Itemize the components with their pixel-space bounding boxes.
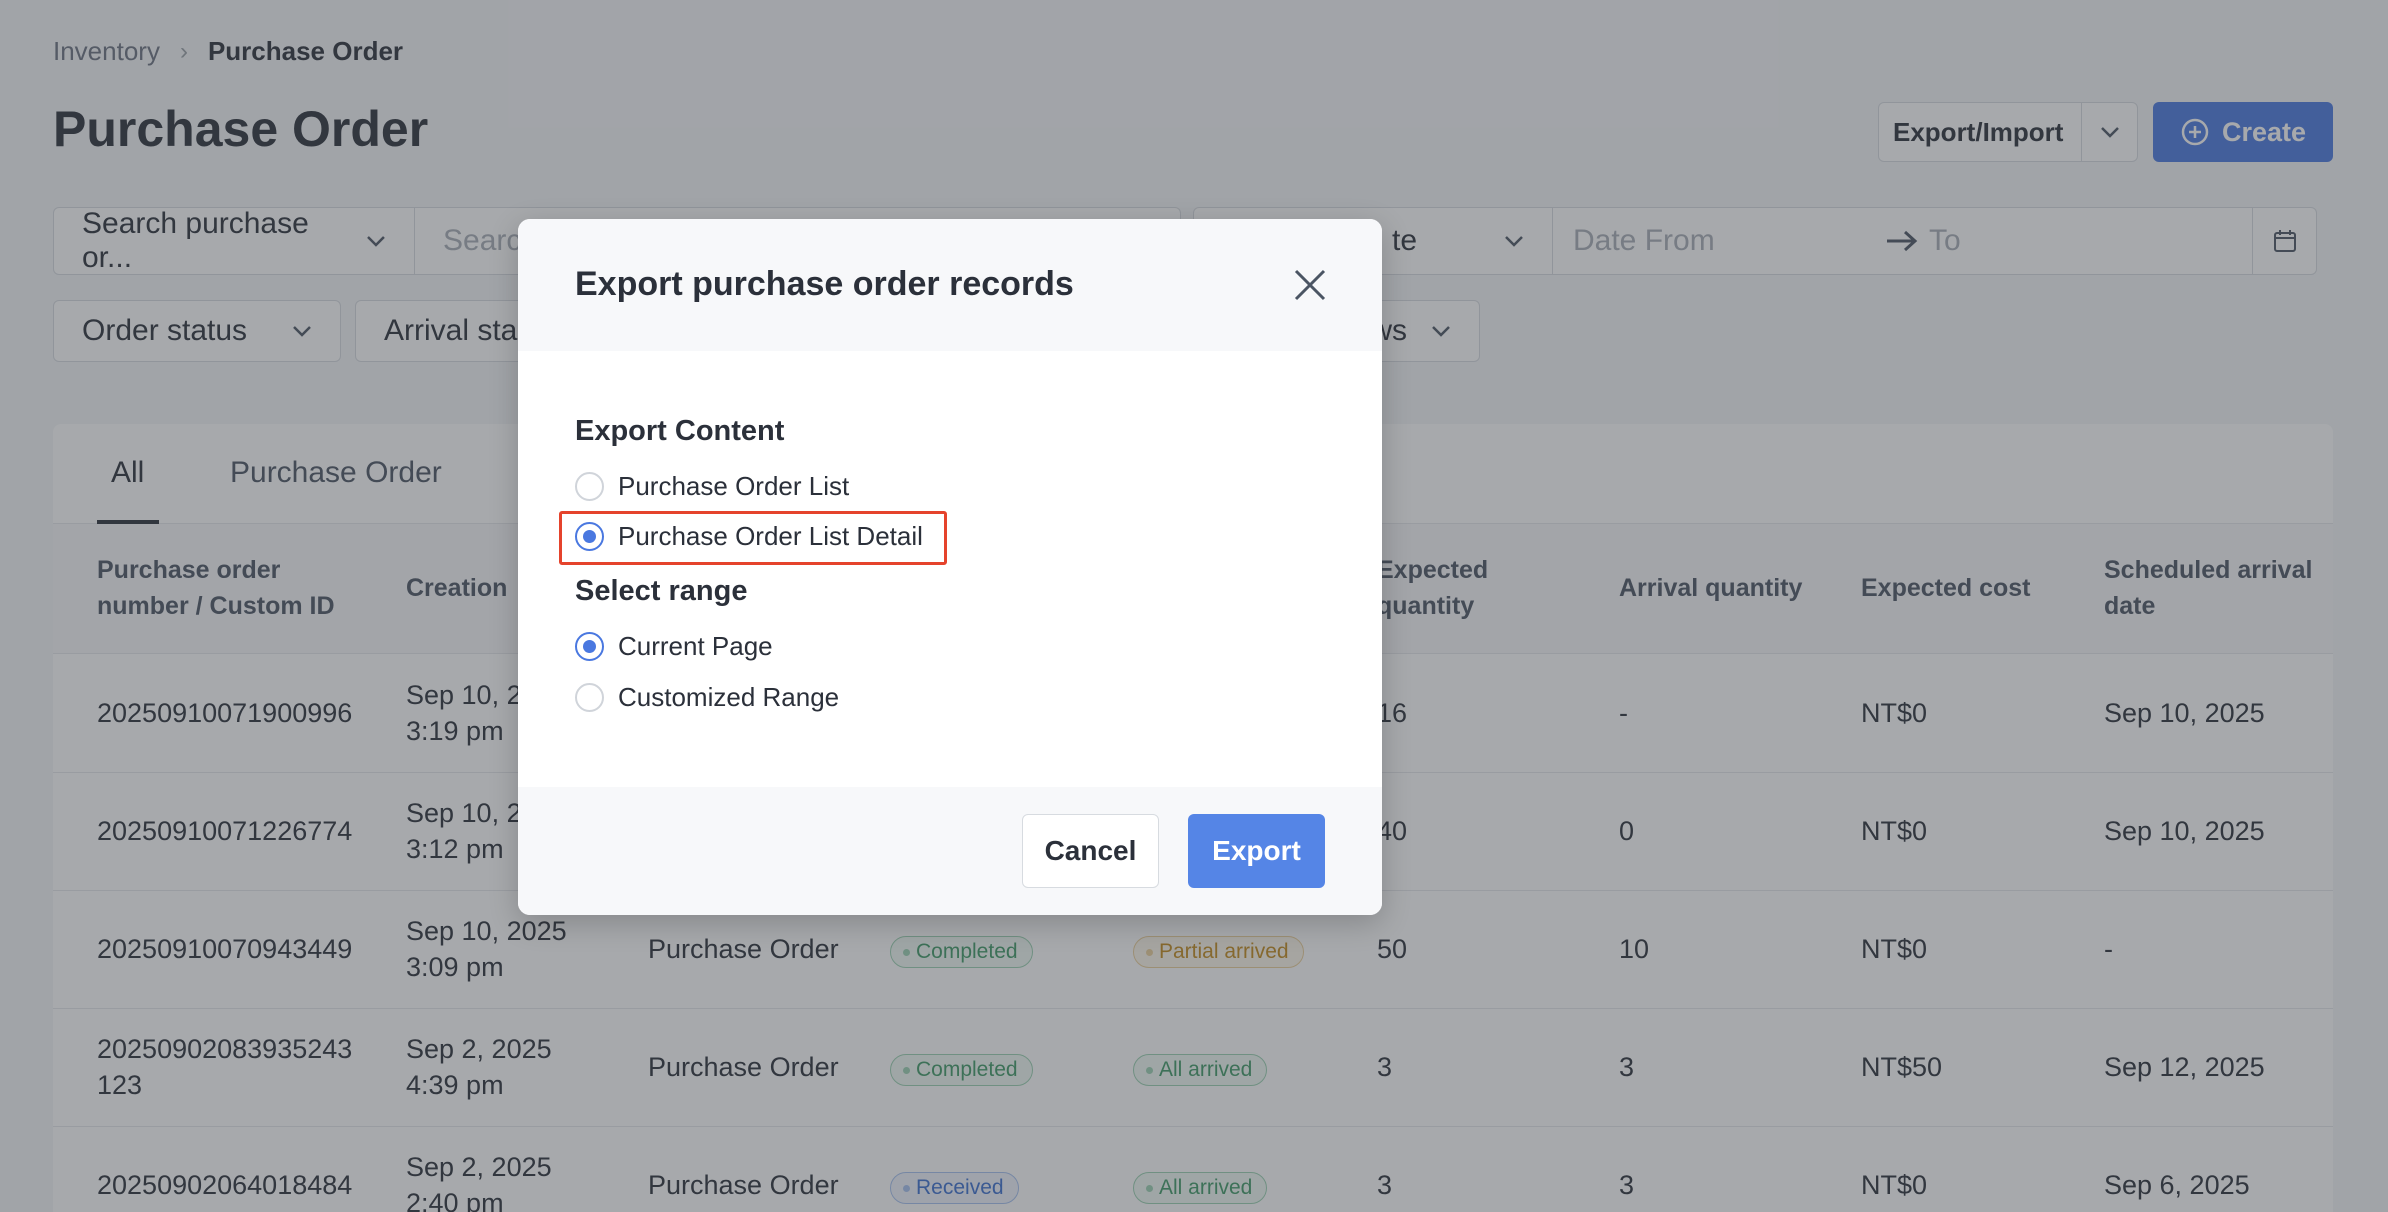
range-option-label: Current Page: [618, 631, 773, 661]
export-option-label: Purchase Order List: [618, 471, 850, 501]
range-option-customized[interactable]: Customized Range: [575, 682, 839, 713]
purchase-order-page: Inventory › Purchase Order Purchase Orde…: [0, 0, 2388, 1212]
modal-title: Export purchase order records: [575, 265, 1074, 303]
radio-unchecked[interactable]: [575, 683, 604, 712]
select-range-label: Select range: [575, 575, 748, 607]
range-option-label: Customized Range: [618, 682, 840, 712]
export-button[interactable]: Export: [1188, 814, 1325, 888]
highlight-box: [559, 511, 947, 565]
range-option-current-page[interactable]: Current Page: [575, 631, 773, 662]
export-content-label: Export Content: [575, 415, 785, 447]
export-modal: Export purchase order records Export Con…: [518, 219, 1382, 915]
close-icon[interactable]: [1288, 263, 1332, 307]
cancel-button[interactable]: Cancel: [1022, 814, 1159, 888]
export-option-list[interactable]: Purchase Order List: [575, 471, 849, 502]
radio-checked[interactable]: [575, 632, 604, 661]
radio-unchecked[interactable]: [575, 472, 604, 501]
modal-header: Export purchase order records: [518, 219, 1382, 351]
